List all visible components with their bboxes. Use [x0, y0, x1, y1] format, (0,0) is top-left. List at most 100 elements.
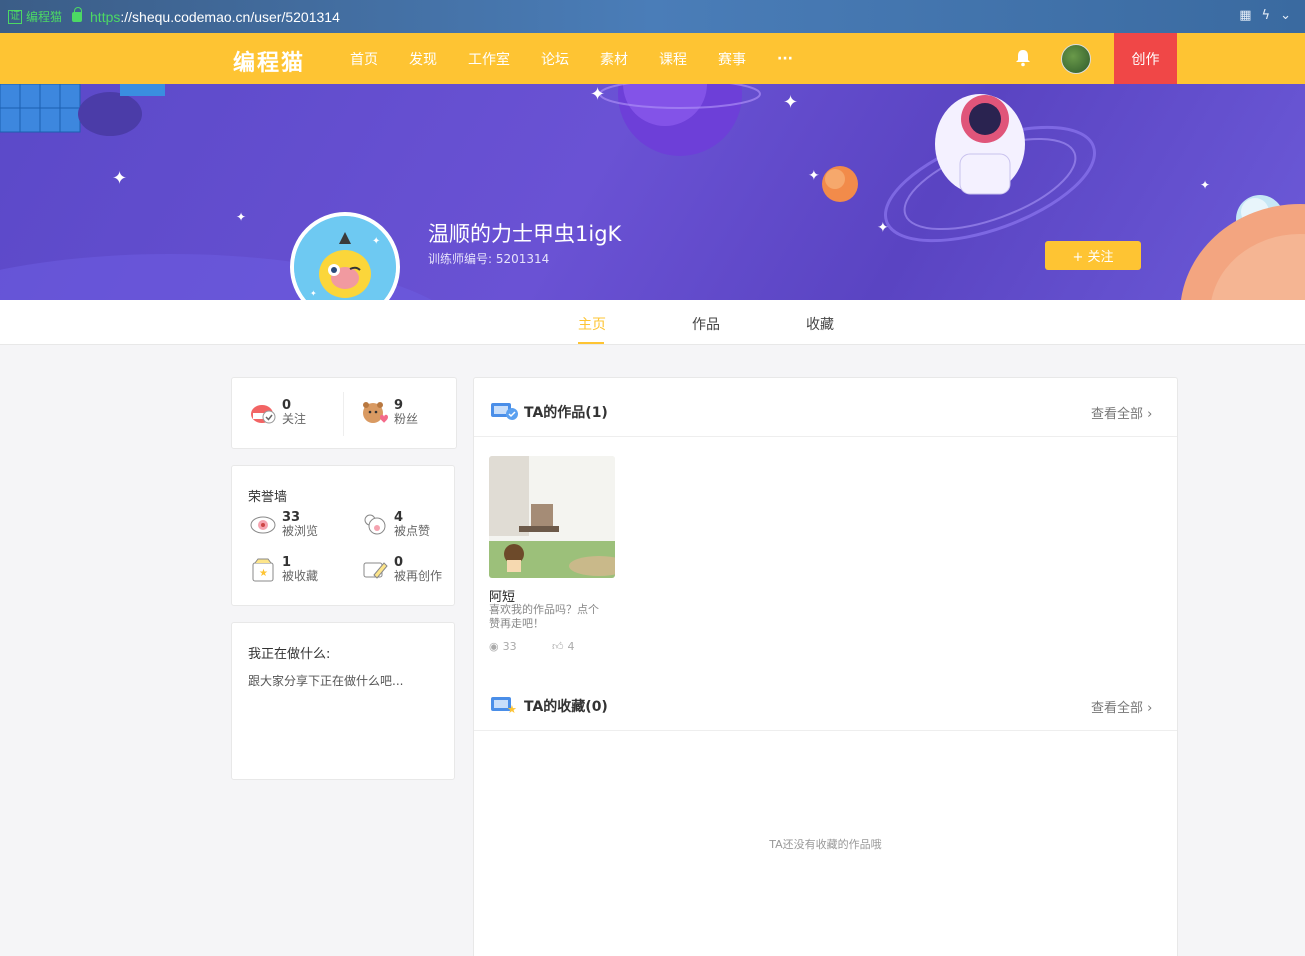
section-divider — [474, 436, 1177, 437]
qrcode-icon[interactable]: ▦ — [1239, 8, 1251, 23]
work-views-count: 33 — [502, 640, 517, 653]
browser-address-bar: 证 编程猫 https://shequ.codemao.cn/user/5201… — [0, 0, 1305, 33]
chevron-right-icon: › — [1147, 701, 1153, 716]
work-views: ◉ 33 — [489, 640, 517, 653]
work-likes: 👍︎ 4 — [552, 640, 575, 653]
star-icon: ✦ — [1200, 178, 1211, 192]
lock-icon — [72, 6, 83, 22]
profile-username: 温顺的力士甲虫1igK — [428, 222, 622, 246]
site-logo[interactable]: 编程猫 — [233, 45, 305, 77]
profile-trainer-id: 训练师编号: 5201314 — [428, 252, 550, 266]
work-thumbnail[interactable] — [489, 456, 615, 578]
user-avatar[interactable] — [1061, 44, 1091, 74]
status-card: 我正在做什么: 跟大家分享下正在做什么吧... — [231, 622, 455, 780]
follow-button[interactable]: + 关注 — [1045, 241, 1141, 270]
svg-text:★: ★ — [259, 568, 268, 579]
url-protocol: https — [90, 8, 121, 25]
fans-stat[interactable]: 9 粉丝 — [362, 398, 419, 426]
tab-home[interactable]: 主页 — [578, 314, 606, 334]
fans-label: 粉丝 — [394, 412, 419, 426]
honor-wall-title: 荣誉墙 — [248, 490, 288, 505]
collect-box-icon: ★ — [252, 558, 274, 582]
honor-wall-card: 荣誉墙 33 被浏览 4 被点赞 ★ 1 被收藏 0 被再创作 — [231, 465, 455, 606]
work-description: 喜欢我的作品吗？点个 赞再走吧！ — [489, 603, 599, 631]
works-see-all-link[interactable]: 查看全部 › — [1091, 403, 1152, 422]
favorites-see-all-label: 查看全部 — [1091, 701, 1144, 716]
favorites-see-all-link[interactable]: 查看全部 › — [1091, 697, 1152, 716]
views-count: 33 — [282, 510, 301, 525]
star-icon: ✦ — [236, 210, 247, 224]
views-stat: 33 被浏览 — [250, 510, 319, 538]
url-path: ://shequ.codemao.cn/user/5201314 — [120, 8, 340, 25]
works-title: TA的作品(1) — [524, 405, 608, 421]
likes-count: 4 — [394, 510, 404, 525]
following-stat[interactable]: 0 关注 — [250, 398, 307, 426]
likes-stat: 4 被点赞 — [362, 510, 431, 538]
svg-text:✦: ✦ — [372, 236, 380, 247]
active-tab-indicator — [578, 342, 604, 344]
work-thumbnail-image — [489, 456, 615, 578]
cert-icon: 证 — [8, 9, 22, 24]
views-label: 被浏览 — [282, 524, 319, 538]
nav-item-courses[interactable]: 课程 — [659, 49, 687, 69]
eye-icon — [250, 516, 276, 534]
create-button[interactable]: 创作 — [1114, 33, 1177, 84]
favorites-empty-message: TA还没有收藏的作品哦 — [769, 838, 882, 851]
main-content-card: TA的作品(1) 查看全部 › 阿短 喜欢我的作品吗？点个 赞再走吧！ ◉ 33… — [473, 377, 1178, 956]
svg-text:✦: ✦ — [310, 289, 317, 298]
thumbs-up-icon: 👍︎ — [552, 640, 564, 653]
status-input[interactable]: 跟大家分享下正在做什么吧... — [248, 672, 403, 689]
works-see-all-label: 查看全部 — [1091, 407, 1144, 422]
remix-count: 0 — [394, 555, 404, 570]
star-icon: ✦ — [112, 168, 128, 189]
section-divider — [474, 730, 1177, 731]
work-desc-line-2: 赞再走吧！ — [489, 617, 544, 630]
fans-count: 9 — [394, 398, 404, 413]
nav-item-discover[interactable]: 发现 — [409, 49, 437, 69]
collects-label: 被收藏 — [282, 569, 319, 583]
nav-item-contests[interactable]: 赛事 — [718, 49, 746, 69]
top-nav: 编程猫 首页 发现 工作室 论坛 素材 课程 赛事 ··· 创作 — [0, 33, 1305, 84]
nav-item-home[interactable]: 首页 — [350, 49, 378, 69]
chevron-down-icon[interactable]: ⌄ — [1280, 8, 1291, 23]
certificate-badge[interactable]: 证 编程猫 — [8, 8, 62, 25]
remix-icon — [363, 562, 388, 579]
cert-label: 编程猫 — [26, 10, 63, 24]
favorites-title: TA的收藏(0) — [524, 699, 608, 715]
collects-count: 1 — [282, 555, 292, 570]
social-card: 0 关注 9 粉丝 — [231, 377, 457, 449]
eye-icon: ◉ — [489, 640, 499, 653]
likes-label: 被点赞 — [394, 524, 431, 538]
remix-stat: 0 被再创作 — [362, 555, 443, 583]
nav-menu: 首页 发现 工作室 论坛 素材 课程 赛事 ··· — [350, 33, 824, 84]
stat-divider — [343, 392, 344, 436]
chevron-right-icon: › — [1147, 407, 1153, 422]
nav-item-more[interactable]: ··· — [777, 51, 793, 67]
work-likes-count: 4 — [567, 640, 575, 653]
bell-icon[interactable] — [1014, 49, 1032, 67]
tab-works[interactable]: 作品 — [692, 314, 720, 334]
following-icon — [251, 405, 276, 424]
star-icon: ✦ — [590, 84, 606, 105]
collects-stat: ★ 1 被收藏 — [250, 555, 319, 583]
following-count: 0 — [282, 398, 292, 413]
work-desc-line-1: 喜欢我的作品吗？点个 — [489, 603, 599, 616]
following-label: 关注 — [282, 412, 307, 426]
star-icon: ✦ — [783, 92, 799, 113]
remix-label: 被再创作 — [394, 569, 443, 583]
fans-icon — [363, 402, 388, 423]
profile-tabs: 主页 作品 收藏 — [0, 300, 1305, 345]
works-icon — [491, 403, 518, 420]
svg-text:★: ★ — [507, 703, 517, 715]
star-icon: ✦ — [808, 168, 820, 184]
lightning-icon[interactable]: ϟ — [1262, 8, 1271, 23]
url-field[interactable]: https://shequ.codemao.cn/user/5201314 — [90, 9, 340, 25]
nav-item-assets[interactable]: 素材 — [600, 49, 628, 69]
status-title: 我正在做什么: — [248, 647, 331, 662]
nav-item-forum[interactable]: 论坛 — [541, 49, 569, 69]
nav-item-studio[interactable]: 工作室 — [468, 49, 510, 69]
browser-tools: ▦ ϟ ⌄ — [1239, 8, 1291, 23]
like-icon — [364, 514, 386, 535]
tab-favorites[interactable]: 收藏 — [806, 314, 834, 334]
favorites-icon: ★ — [491, 697, 517, 715]
